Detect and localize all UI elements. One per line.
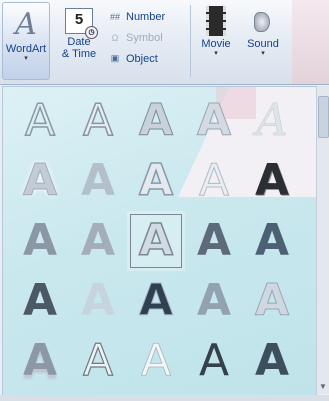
wordart-style-preview: A [24,95,56,146]
wordart-style-preview: A [22,335,58,386]
wordart-style-21[interactable]: A [11,331,69,391]
wordart-style-preview: A [140,335,172,386]
date-time-label-line1: Date [67,36,91,48]
object-button[interactable]: ▣ Object [108,48,186,69]
wordart-style-preview: A [256,95,288,146]
object-label: Object [126,52,158,65]
background-slide-edge [292,0,329,84]
wordart-style-preview: A [254,155,290,206]
wordart-style-15[interactable]: A [243,211,301,271]
wordart-style-preview: A [254,215,290,266]
film-icon [206,6,226,36]
wordart-style-preview: A [198,155,230,206]
chevron-down-icon: ▾ [261,50,265,57]
wordart-style-preview: A [80,275,116,326]
wordart-button[interactable]: A WordArt ▾ [2,2,50,80]
scrollbar-thumb[interactable] [318,96,329,138]
wordart-style-17[interactable]: A [69,271,127,331]
chevron-down-icon: ▾ [24,55,28,62]
speaker-icon [248,6,278,36]
wordart-style-grid: AAAAAAAAAAAAAAAAAAAAAAAAA [11,91,307,391]
wordart-style-preview: A [22,275,58,326]
wordart-style-preview: A [22,155,58,206]
wordart-style-20[interactable]: A [243,271,301,331]
wordart-style-preview: A [138,95,174,146]
wordart-style-3[interactable]: A [127,91,185,151]
date-time-button[interactable]: 5 ◷ Date & Time [55,2,103,78]
gallery-scrollbar[interactable]: ▼ [316,86,329,394]
wordart-gallery: AAAAAAAAAAAAAAAAAAAAAAAAA [2,86,317,396]
object-icon: ▣ [110,53,120,63]
wordart-style-preview: A [22,215,58,266]
omega-icon: Ω [111,32,119,43]
wordart-style-4[interactable]: A [185,91,243,151]
small-buttons-column: ## Number Ω Symbol ▣ Object [108,6,186,69]
wordart-style-22[interactable]: A [69,331,127,391]
wordart-icon: A [15,7,37,42]
wordart-style-12[interactable]: A [69,211,127,271]
ribbon-insert-text-group: A WordArt ▾ 5 ◷ Date & Time ## Number Ω … [0,0,329,85]
scroll-down-arrow-icon[interactable]: ▼ [319,382,327,391]
wordart-style-9[interactable]: A [185,151,243,211]
wordart-style-preview: A [80,155,116,206]
clock-icon: ◷ [85,26,98,39]
group-separator [190,5,191,77]
wordart-style-23[interactable]: A [127,331,185,391]
wordart-style-7[interactable]: A [69,151,127,211]
wordart-style-preview: A [82,335,114,386]
calendar-icon: 5 ◷ [65,8,98,39]
wordart-style-5[interactable]: A [243,91,301,151]
wordart-style-preview: A [196,275,232,326]
wordart-style-preview: A [254,335,290,386]
symbol-label: Symbol [126,31,163,44]
wordart-style-13[interactable]: A [127,211,185,271]
wordart-style-25[interactable]: A [243,331,301,391]
wordart-style-16[interactable]: A [11,271,69,331]
wordart-style-preview: A [196,215,232,266]
wordart-style-preview: A [138,155,174,206]
wordart-style-preview: A [196,95,232,146]
wordart-style-preview: A [82,95,114,146]
wordart-style-10[interactable]: A [243,151,301,211]
wordart-style-8[interactable]: A [127,151,185,211]
number-icon: ## [109,11,120,22]
wordart-style-11[interactable]: A [11,211,69,271]
movie-label: Movie [201,38,231,50]
wordart-style-19[interactable]: A [185,271,243,331]
wordart-style-preview: A [80,215,116,266]
sound-button[interactable]: Sound ▾ [240,2,286,78]
number-label: Number [126,10,166,23]
symbol-button[interactable]: Ω Symbol [108,27,186,48]
wordart-style-preview: A [138,275,174,326]
slide-number-button[interactable]: ## Number [108,6,186,27]
date-time-label-line2: & Time [61,48,97,60]
wordart-style-24[interactable]: A [185,331,243,391]
wordart-style-18[interactable]: A [127,271,185,331]
bottom-strip [0,395,329,401]
wordart-style-preview: A [198,335,230,386]
movie-button[interactable]: Movie ▾ [195,2,237,78]
wordart-style-14[interactable]: A [185,211,243,271]
sound-label: Sound [247,38,279,50]
wordart-style-preview: A [138,215,174,266]
wordart-style-6[interactable]: A [11,151,69,211]
wordart-style-1[interactable]: A [11,91,69,151]
wordart-style-2[interactable]: A [69,91,127,151]
wordart-style-preview: A [254,275,290,326]
wordart-label: WordArt [5,43,47,55]
chevron-down-icon: ▾ [214,50,218,57]
